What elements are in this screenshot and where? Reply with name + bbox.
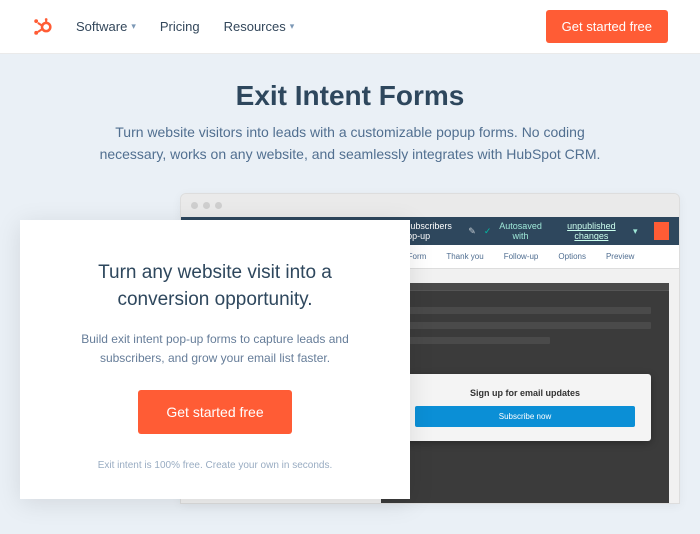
card-cta-button[interactable]: Get started free	[138, 390, 291, 434]
hero-subtitle: Turn website visitors into leads with a …	[90, 122, 610, 165]
unpublished-link[interactable]: unpublished changes	[556, 221, 626, 241]
editor-canvas: Sign up for email updates Subscribe now	[381, 283, 669, 503]
nav-resources[interactable]: Resources▾	[224, 19, 295, 34]
chevron-down-icon: ▾	[131, 21, 136, 32]
nav-cta-button[interactable]: Get started free	[546, 10, 668, 43]
tab-preview[interactable]: Preview	[596, 245, 644, 268]
autosave-status: ✓Autosaved with unpublished changes ▾	[484, 221, 638, 241]
card-body: Build exit intent pop-up forms to captur…	[54, 330, 376, 368]
feature-card: Turn any website visit into a conversion…	[20, 220, 410, 499]
popup-heading: Sign up for email updates	[415, 388, 635, 398]
popup-preview: Sign up for email updates Subscribe now	[399, 374, 651, 441]
hero-title: Exit Intent Forms	[40, 80, 660, 112]
chevron-down-icon: ▾	[290, 21, 295, 32]
hero: Exit Intent Forms Turn website visitors …	[0, 54, 700, 534]
top-nav: Software▾ Pricing Resources▾ Get started…	[0, 0, 700, 54]
nav-software[interactable]: Software▾	[76, 19, 136, 34]
card-heading: Turn any website visit into a conversion…	[54, 260, 376, 313]
tab-followup[interactable]: Follow-up	[494, 245, 549, 268]
popup-subscribe-button[interactable]: Subscribe now	[415, 406, 635, 427]
tab-thankyou[interactable]: Thank you	[436, 245, 493, 268]
hubspot-logo[interactable]	[32, 17, 52, 37]
nav-pricing[interactable]: Pricing	[160, 19, 200, 34]
check-icon: ✓	[484, 226, 492, 237]
publish-button[interactable]	[654, 222, 669, 240]
window-controls	[181, 194, 679, 217]
card-fineprint: Exit intent is 100% free. Create your ow…	[54, 460, 376, 471]
pencil-icon[interactable]: ✎	[468, 226, 476, 237]
tab-options[interactable]: Options	[548, 245, 596, 268]
